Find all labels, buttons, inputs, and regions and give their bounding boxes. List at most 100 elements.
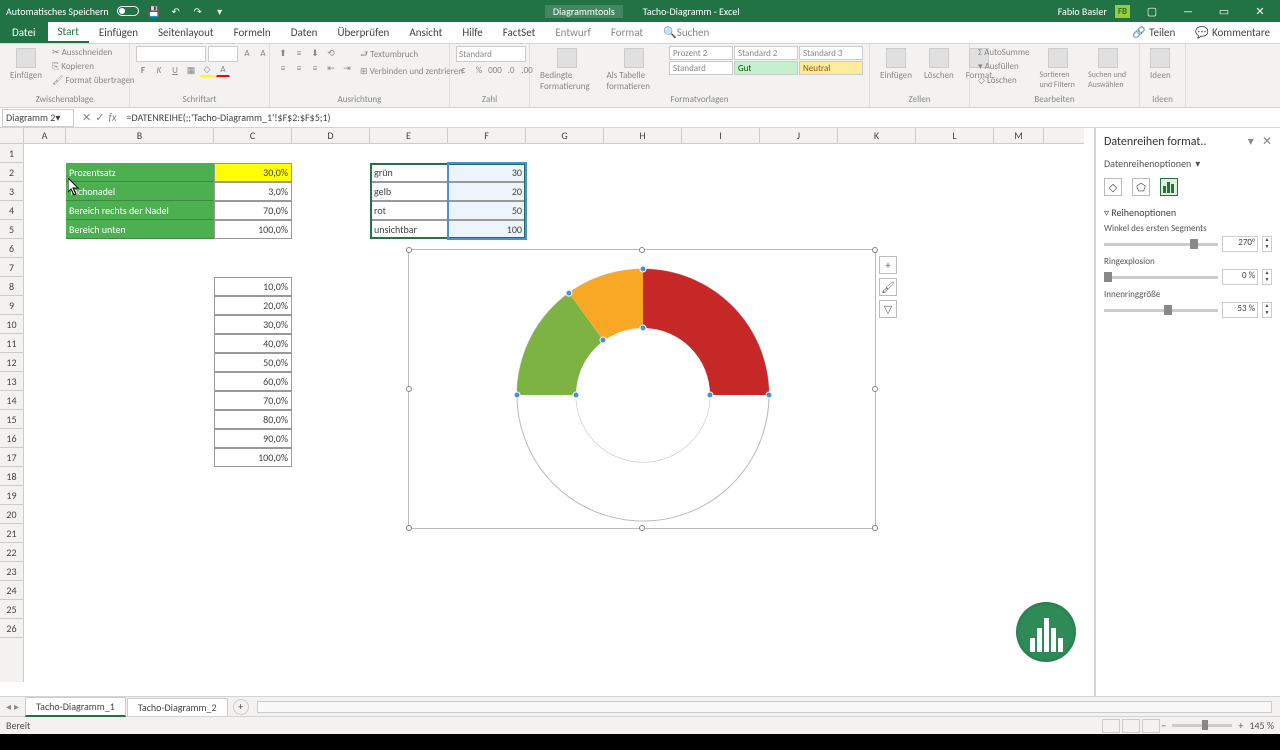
row-header-18[interactable]: 18 <box>0 467 23 486</box>
indent-dec-icon[interactable]: ⇤ <box>324 61 338 75</box>
col-header-F[interactable]: F <box>448 128 526 143</box>
qat-more-icon[interactable]: ▾ <box>213 4 227 18</box>
cell-E3[interactable]: gelb <box>370 182 448 201</box>
cell-C14[interactable]: 70,0% <box>214 391 292 410</box>
autosave-toggle[interactable] <box>117 6 139 16</box>
row-header-10[interactable]: 10 <box>0 315 23 334</box>
cell-C4[interactable]: 70,0% <box>214 201 292 220</box>
style-standard2[interactable]: Standard 2 <box>734 46 798 60</box>
sort-filter-button[interactable]: Sortieren und Filtern <box>1036 46 1080 92</box>
row-header-20[interactable]: 20 <box>0 505 23 524</box>
col-header-H[interactable]: H <box>604 128 682 143</box>
zoom-in-icon[interactable]: + <box>1238 719 1243 732</box>
cell-C11[interactable]: 40,0% <box>214 334 292 353</box>
col-header-A[interactable]: A <box>24 128 66 143</box>
horizontal-scrollbar[interactable] <box>257 701 1272 713</box>
row-header-22[interactable]: 22 <box>0 543 23 562</box>
row-header-14[interactable]: 14 <box>0 391 23 410</box>
col-header-D[interactable]: D <box>292 128 370 143</box>
cond-format-button[interactable]: Bedingte Formatierung <box>536 46 598 94</box>
effects-icon[interactable]: ⬠ <box>1132 178 1150 196</box>
enter-formula-icon[interactable]: ✓ <box>95 111 104 124</box>
row-header-24[interactable]: 24 <box>0 581 23 600</box>
align-top-icon[interactable]: ⬆ <box>276 46 290 60</box>
col-header-I[interactable]: I <box>682 128 760 143</box>
explosion-spinner[interactable]: ▲▼ <box>1262 269 1272 285</box>
name-box[interactable]: Diagramm 2 ▾ <box>2 109 74 127</box>
tab-design[interactable]: Entwurf <box>545 22 601 43</box>
style-standard3[interactable]: Standard 3 <box>799 46 863 60</box>
col-header-J[interactable]: J <box>760 128 838 143</box>
align-center-icon[interactable]: ≡ <box>292 61 306 75</box>
cell-C10[interactable]: 30,0% <box>214 315 292 334</box>
minimize-icon[interactable]: — <box>1174 5 1202 18</box>
ribbon-display-icon[interactable]: ▢ <box>1138 5 1166 18</box>
tab-format[interactable]: Format <box>601 22 653 43</box>
number-format-combo[interactable]: Standard <box>456 46 526 62</box>
cut-button[interactable]: ✂ Ausschneiden <box>50 46 137 59</box>
row-header-13[interactable]: 13 <box>0 372 23 391</box>
merge-button[interactable]: ⊞ Verbinden und zentrieren <box>358 65 465 78</box>
align-bot-icon[interactable]: ⬇ <box>308 46 322 60</box>
fill-button[interactable]: ▾ Ausfüllen <box>976 60 1032 73</box>
donut-chart[interactable] <box>409 250 877 530</box>
row-headers[interactable]: 1234567891011121314151617181920212223242… <box>0 144 24 682</box>
indent-inc-icon[interactable]: ⇥ <box>340 61 354 75</box>
row-header-5[interactable]: 5 <box>0 220 23 239</box>
sheet-tab-2[interactable]: Tacho-Diagramm_2 <box>127 698 228 716</box>
fill-line-icon[interactable]: ◇ <box>1104 178 1122 196</box>
zoom-out-icon[interactable]: − <box>1161 719 1166 732</box>
border-icon[interactable]: ▦ <box>184 63 198 77</box>
row-header-25[interactable]: 25 <box>0 600 23 619</box>
cell-B4[interactable]: Bereich rechts der Nadel <box>66 201 214 220</box>
tab-help[interactable]: Hilfe <box>452 22 492 43</box>
cell-C15[interactable]: 80,0% <box>214 410 292 429</box>
normal-view-icon[interactable] <box>1102 719 1120 733</box>
style-standard[interactable]: Standard <box>669 61 733 75</box>
inner-size-spinner[interactable]: ▲▼ <box>1262 302 1272 318</box>
row-header-12[interactable]: 12 <box>0 353 23 372</box>
autosum-button[interactable]: Σ AutoSumme <box>976 46 1032 59</box>
chart-filter-icon[interactable]: ▽ <box>879 300 897 318</box>
explosion-slider[interactable] <box>1104 276 1218 279</box>
row-header-19[interactable]: 19 <box>0 486 23 505</box>
cell-E2[interactable]: grün <box>370 163 448 182</box>
font-combo[interactable] <box>136 46 206 62</box>
save-icon[interactable]: 💾 <box>147 4 161 18</box>
row-header-23[interactable]: 23 <box>0 562 23 581</box>
maximize-icon[interactable]: ▭ <box>1210 5 1238 18</box>
tab-formulas[interactable]: Formeln <box>224 22 281 43</box>
row-header-9[interactable]: 9 <box>0 296 23 315</box>
font-size-combo[interactable] <box>208 46 238 62</box>
formula-input[interactable]: =DATENREIHE(;;'Tacho-Diagramm_1'!$F$2:$F… <box>123 111 1280 124</box>
bold-icon[interactable]: F <box>136 63 150 77</box>
cell-B5[interactable]: Bereich unten <box>66 220 214 239</box>
series-options-icon[interactable] <box>1160 178 1178 196</box>
taskpane-close-icon[interactable]: ✕ <box>1262 135 1272 149</box>
grow-font-icon[interactable]: A <box>240 46 254 60</box>
style-gut[interactable]: Gut <box>734 61 798 75</box>
inc-dec-icon[interactable]: .0 <box>504 63 518 77</box>
cell-C3[interactable]: 3,0% <box>214 182 292 201</box>
sheet-nav-next-icon[interactable]: ▸ <box>14 700 19 713</box>
wrap-text-button[interactable]: ⮐ Textumbruch <box>358 46 465 64</box>
row-header-2[interactable]: 2 <box>0 163 23 182</box>
redo-icon[interactable]: ↷ <box>191 4 205 18</box>
cell-C5[interactable]: 100,0% <box>214 220 292 239</box>
zoom-slider[interactable] <box>1172 724 1232 727</box>
taskpane-subtitle[interactable]: Datenreihenoptionen <box>1104 157 1191 170</box>
col-header-M[interactable]: M <box>994 128 1044 143</box>
chart-object[interactable]: + 🖌 ▽ <box>408 249 876 529</box>
series-options-header[interactable]: ▿ Reihenoptionen <box>1104 206 1272 219</box>
cell-C9[interactable]: 20,0% <box>214 296 292 315</box>
row-header-11[interactable]: 11 <box>0 334 23 353</box>
chart-styles-icon[interactable]: 🖌 <box>879 278 897 296</box>
zoom-level[interactable]: 145 % <box>1249 719 1274 732</box>
tab-review[interactable]: Überprüfen <box>327 22 399 43</box>
col-header-C[interactable]: C <box>214 128 292 143</box>
search-box[interactable]: 🔍 Suchen <box>653 22 719 43</box>
select-all-corner[interactable] <box>0 128 24 144</box>
tab-view[interactable]: Ansicht <box>399 22 452 43</box>
paste-button[interactable]: Einfügen <box>6 46 46 83</box>
tab-insert[interactable]: Einfügen <box>89 22 148 43</box>
